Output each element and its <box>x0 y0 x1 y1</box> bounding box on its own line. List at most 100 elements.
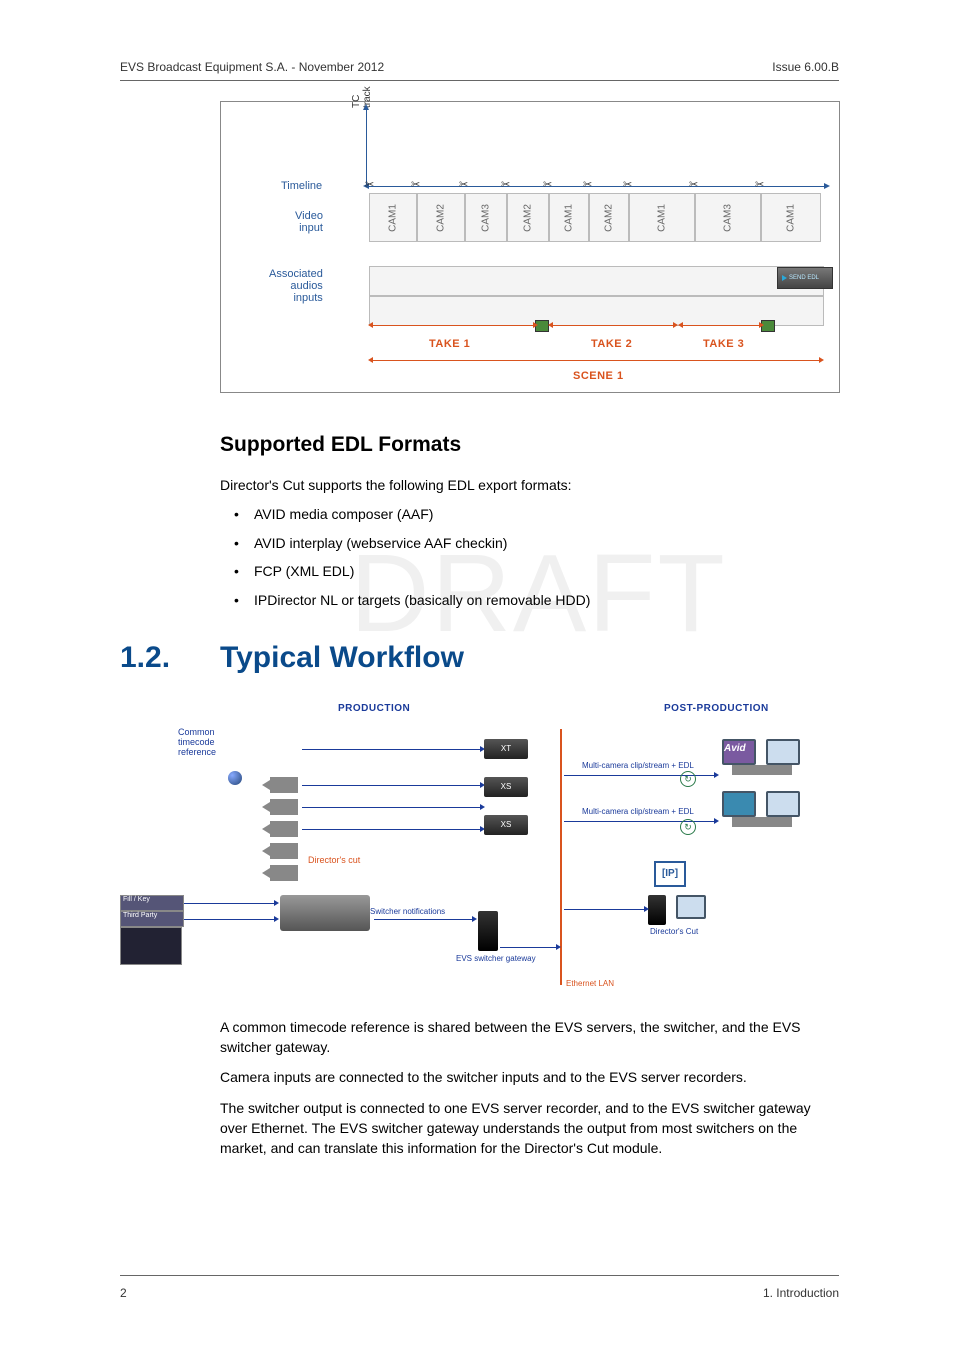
arrow-line <box>302 829 480 830</box>
seg-cam1d: CAM1 <box>761 193 821 242</box>
associated-audio-label: Associated audios inputs <box>269 268 323 304</box>
scissors-icon: ✂ <box>755 178 764 191</box>
footer-rule <box>120 1275 839 1276</box>
timeline-track: CAM1 CAM2 CAM3 CAM2 CAM1 CAM2 CAM1 CAM3 … <box>369 190 824 242</box>
tc-track-label: TC track <box>351 90 373 108</box>
scissors-icon: ✂ <box>543 178 552 191</box>
seg-cam3: CAM3 <box>465 193 507 242</box>
axis-vertical-arrow <box>363 104 369 110</box>
monitor-icon <box>676 895 706 919</box>
camera-icon <box>270 821 298 837</box>
camera-icon <box>270 799 298 815</box>
timecode-disc-icon <box>228 771 242 785</box>
scissors-icon: ✂ <box>365 178 374 191</box>
ethernet-label: Ethernet LAN <box>566 979 614 988</box>
scissors-icon: ✂ <box>411 178 420 191</box>
third-party-box: Third Party <box>120 911 184 927</box>
check-icon: ↻ <box>680 819 696 835</box>
server-xt: XT <box>484 739 528 759</box>
post-production-label: POST-PRODUCTION <box>664 703 769 714</box>
fill-key-box: Fill / Key <box>120 895 184 911</box>
arrow-line <box>302 749 480 750</box>
scissors-icon: ✂ <box>501 178 510 191</box>
list-item: FCP (XML EDL) <box>220 562 839 582</box>
arrow-line <box>302 807 480 808</box>
server-xs: XS <box>484 777 528 797</box>
take1-arrow <box>373 325 533 326</box>
arrow-line <box>374 919 472 920</box>
audio-track-1 <box>369 266 824 296</box>
scissors-icon: ✂ <box>583 178 592 191</box>
camera-icon <box>270 865 298 881</box>
switcher-notif-label: Switcher notifications <box>370 907 445 916</box>
list-item: IPDirector NL or targets (basically on r… <box>220 591 839 611</box>
audio-track-2 <box>369 296 824 326</box>
list-item: AVID interplay (webservice AAF checkin) <box>220 534 839 554</box>
keyboard-icon <box>732 765 792 775</box>
header-rule <box>120 80 839 81</box>
arrow-line <box>500 947 556 948</box>
arrow-line <box>564 909 644 910</box>
footer-section: 1. Introduction <box>763 1286 839 1300</box>
seg-cam2: CAM2 <box>417 193 465 242</box>
supported-list: AVID media composer (AAF) AVID interplay… <box>220 505 839 610</box>
monitor-icon <box>766 791 800 817</box>
take2-arrow <box>553 325 673 326</box>
arrow-line <box>302 785 480 786</box>
section-title: Typical Workflow <box>220 641 464 675</box>
fcp-screen <box>722 791 756 817</box>
body-paragraph: Camera inputs are connected to the switc… <box>220 1067 839 1087</box>
seg-cam2b: CAM2 <box>507 193 549 242</box>
scene-arrow <box>373 360 819 361</box>
supported-formats-heading: Supported EDL Formats <box>220 433 839 457</box>
arrow-line <box>184 919 274 920</box>
seg-cam1b: CAM1 <box>549 193 589 242</box>
camera-icon <box>270 777 298 793</box>
seg-cam3b: CAM3 <box>695 193 761 242</box>
section-number: 1.2. <box>120 641 220 675</box>
avid-logo: Avid <box>724 743 746 754</box>
production-label: PRODUCTION <box>338 703 410 714</box>
page-header: EVS Broadcast Equipment S.A. - November … <box>120 60 839 80</box>
body-paragraph: The switcher output is connected to one … <box>220 1098 839 1159</box>
take1-label: TAKE 1 <box>429 338 470 350</box>
workflow-diagram: PRODUCTION POST-PRODUCTION Common timeco… <box>120 699 840 999</box>
ip-box: [IP] <box>654 861 686 887</box>
seg-cam1c: CAM1 <box>629 193 695 242</box>
multi-clip-label: Multi-camera clip/stream + EDL <box>582 807 694 816</box>
scene-label: SCENE 1 <box>573 370 624 382</box>
take2-label: TAKE 2 <box>591 338 632 350</box>
page-number: 2 <box>120 1286 127 1300</box>
take3-label: TAKE 3 <box>703 338 744 350</box>
timeline-label: Timeline <box>281 180 322 192</box>
check-icon: ↻ <box>680 771 696 787</box>
monitor-icon <box>766 739 800 765</box>
body-paragraph: A common timecode reference is shared be… <box>220 1017 839 1058</box>
keyboard-icon <box>732 817 792 827</box>
list-item: AVID media composer (AAF) <box>220 505 839 525</box>
multi-clip-label: Multi-camera clip/stream + EDL <box>582 761 694 770</box>
take3-arrow <box>683 325 759 326</box>
evs-gateway-label: EVS switcher gateway <box>456 954 536 963</box>
page-footer: 2 1. Introduction <box>120 1275 839 1300</box>
seg-cam1: CAM1 <box>369 193 417 242</box>
axis-vertical <box>366 108 367 186</box>
panel-box <box>120 927 182 965</box>
directors-cut-ip-label: Director's Cut <box>650 927 698 936</box>
scissors-icon: ✂ <box>459 178 468 191</box>
timeline-diagram: TC track Timeline Video input Associated… <box>220 101 840 393</box>
server-xs: XS <box>484 815 528 835</box>
send-edl-button[interactable]: SEND EDL <box>777 267 833 289</box>
video-input-label: Video input <box>295 210 323 234</box>
camera-icon <box>270 843 298 859</box>
common-timecode-label: Common timecode reference <box>178 727 216 757</box>
seg-cam2c: CAM2 <box>589 193 629 242</box>
section-heading-row: 1.2. Typical Workflow <box>120 641 839 675</box>
scissors-icon: ✂ <box>623 178 632 191</box>
scissors-icon: ✂ <box>689 178 698 191</box>
header-left: EVS Broadcast Equipment S.A. - November … <box>120 60 384 74</box>
header-right: Issue 6.00.B <box>772 60 839 74</box>
switcher-console-icon <box>280 895 370 931</box>
gateway-tower-icon <box>478 911 498 951</box>
directors-cut-label: Director's cut <box>308 855 360 865</box>
